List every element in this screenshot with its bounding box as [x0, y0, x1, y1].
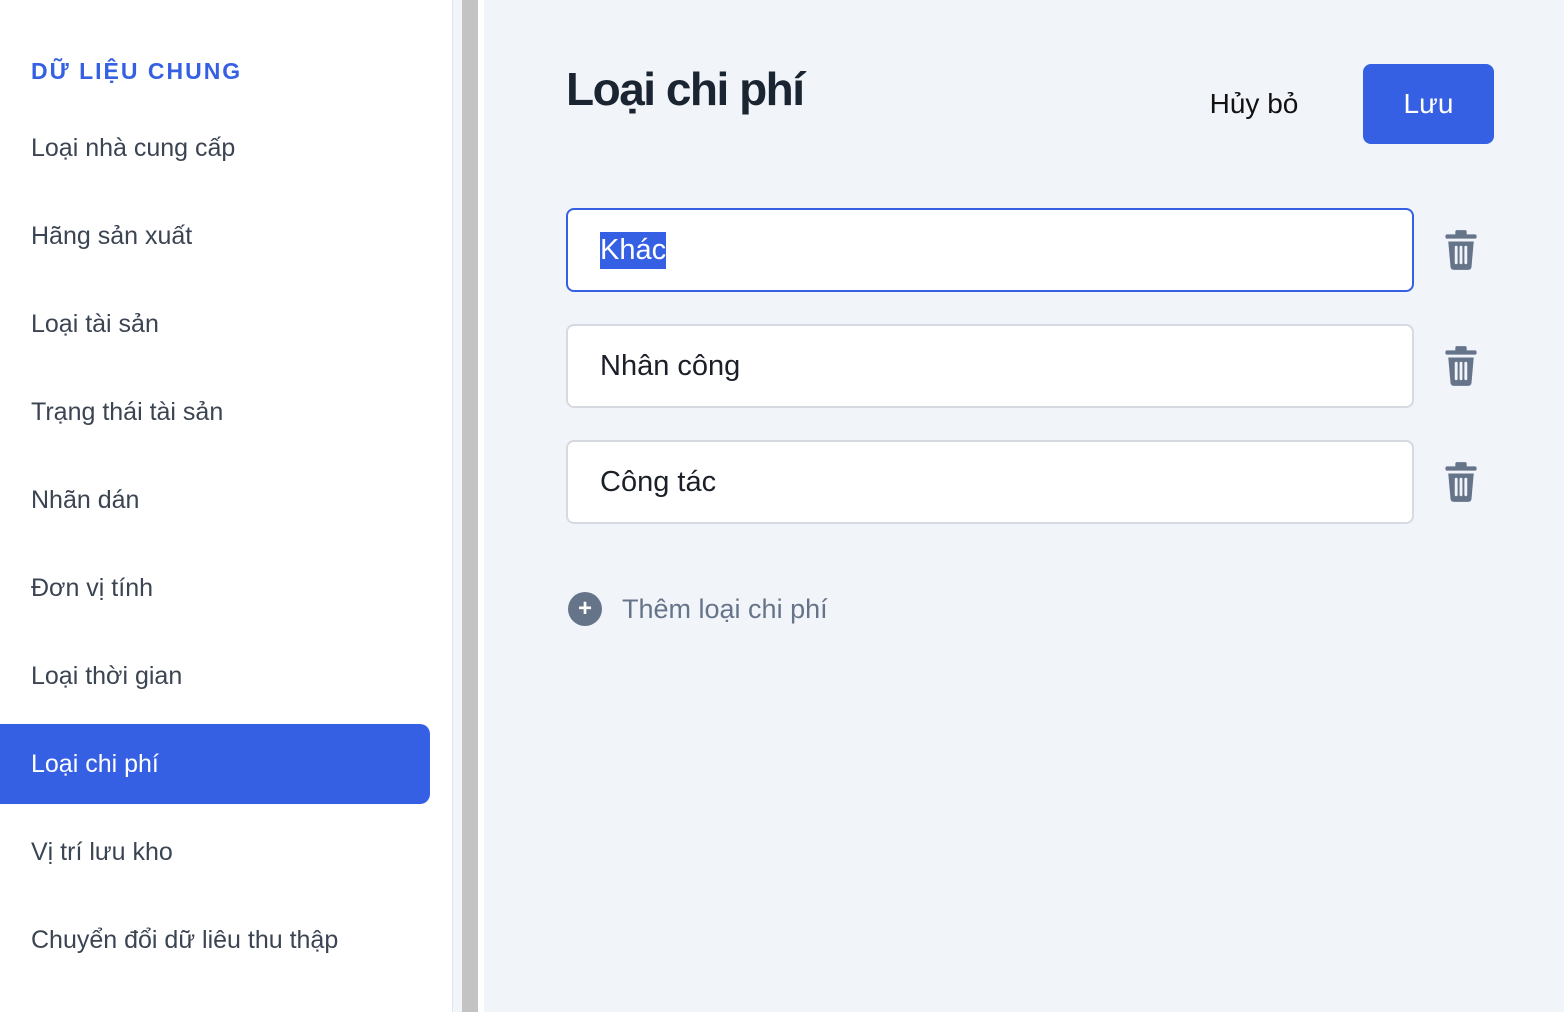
sidebar-item-unit[interactable]: Đơn vị tính: [0, 548, 430, 628]
sidebar-item-expense-type[interactable]: Loại chi phí: [0, 724, 430, 804]
expense-type-row: Nhân công: [566, 324, 1514, 408]
plus-circle-icon: +: [568, 592, 602, 626]
trash-icon[interactable]: [1444, 346, 1478, 386]
sidebar: DỮ LIỆU CHUNG Loại nhà cung cấp Hãng sản…: [0, 0, 452, 1012]
sidebar-item-supplier-type[interactable]: Loại nhà cung cấp: [0, 108, 430, 188]
cancel-button[interactable]: Hủy bỏ: [1174, 68, 1334, 140]
trash-icon[interactable]: [1444, 230, 1478, 270]
pane-resize-handle[interactable]: [462, 0, 478, 1012]
save-button[interactable]: Lưu: [1363, 64, 1494, 144]
sidebar-item-asset-status[interactable]: Trạng thái tài sản: [0, 372, 430, 452]
add-expense-type-label: Thêm loại chi phí: [622, 593, 828, 624]
sidebar-divider: [452, 0, 453, 1012]
sidebar-item-manufacturer[interactable]: Hãng sản xuất: [0, 196, 430, 276]
sidebar-nav: Loại nhà cung cấp Hãng sản xuất Loại tài…: [0, 108, 430, 988]
app-window: DỮ LIỆU CHUNG Loại nhà cung cấp Hãng sản…: [0, 0, 1564, 1012]
selected-text: Khác: [600, 231, 667, 269]
sidebar-item-data-conversion[interactable]: Chuyển đổi dữ liêu thu thập: [0, 900, 430, 980]
main-panel: Loại chi phí Hủy bỏ Lưu Khác Nhân công C…: [484, 0, 1564, 1012]
sidebar-item-asset-type[interactable]: Loại tài sản: [0, 284, 430, 364]
sidebar-item-storage-location[interactable]: Vị trí lưu kho: [0, 812, 430, 892]
expense-type-input[interactable]: Nhân công: [566, 324, 1414, 408]
page-title: Loại chi phí: [566, 63, 805, 115]
trash-icon[interactable]: [1444, 462, 1478, 502]
expense-type-row: Khác: [566, 208, 1514, 292]
expense-type-input[interactable]: Khác: [566, 208, 1414, 292]
expense-type-row: Công tác: [566, 440, 1514, 524]
add-expense-type-button[interactable]: + Thêm loại chi phí: [568, 592, 828, 626]
expense-type-input[interactable]: Công tác: [566, 440, 1414, 524]
sidebar-section-title: DỮ LIỆU CHUNG: [31, 58, 243, 84]
sidebar-item-time-type[interactable]: Loại thời gian: [0, 636, 430, 716]
sidebar-item-labels[interactable]: Nhãn dán: [0, 460, 430, 540]
